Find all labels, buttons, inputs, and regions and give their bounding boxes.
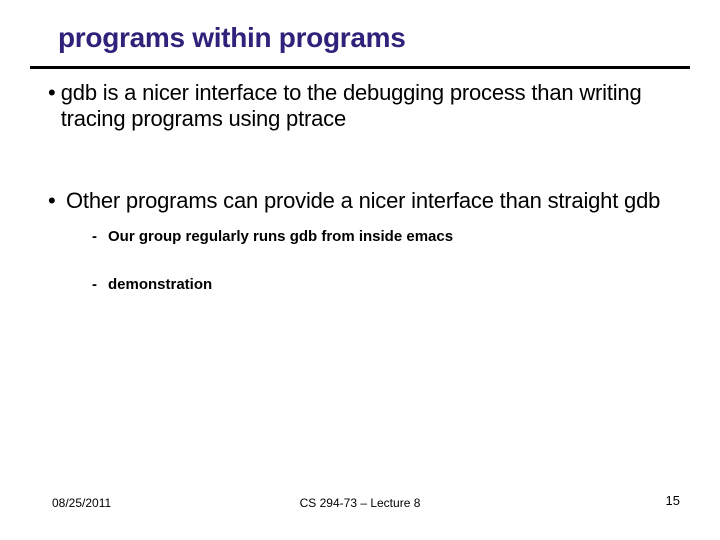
- sub-bullet-1: - Our group regularly runs gdb from insi…: [92, 228, 678, 246]
- footer-course: CS 294-73 – Lecture 8: [0, 496, 720, 510]
- bullet-dot-icon: •: [48, 80, 61, 132]
- slide-title: programs within programs: [58, 22, 406, 54]
- sub-bullet-2-text: demonstration: [108, 276, 212, 294]
- bullet-1-text: gdb is a nicer interface to the debuggin…: [61, 80, 678, 132]
- bullet-1: • gdb is a nicer interface to the debugg…: [48, 80, 678, 132]
- footer-page-number: 15: [666, 493, 680, 508]
- sub-bullets: - Our group regularly runs gdb from insi…: [92, 228, 678, 294]
- title-rule: [30, 66, 690, 69]
- sub-bullet-2: - demonstration: [92, 276, 678, 294]
- slide: programs within programs • gdb is a nice…: [0, 0, 720, 540]
- dash-icon: -: [92, 228, 108, 246]
- bullet-2-text: Other programs can provide a nicer inter…: [66, 188, 660, 214]
- bullet-2: • Other programs can provide a nicer int…: [48, 188, 678, 214]
- slide-body: • gdb is a nicer interface to the debugg…: [48, 80, 678, 324]
- bullet-dot-icon: •: [48, 188, 66, 214]
- dash-icon: -: [92, 276, 108, 294]
- sub-bullet-1-text: Our group regularly runs gdb from inside…: [108, 228, 453, 246]
